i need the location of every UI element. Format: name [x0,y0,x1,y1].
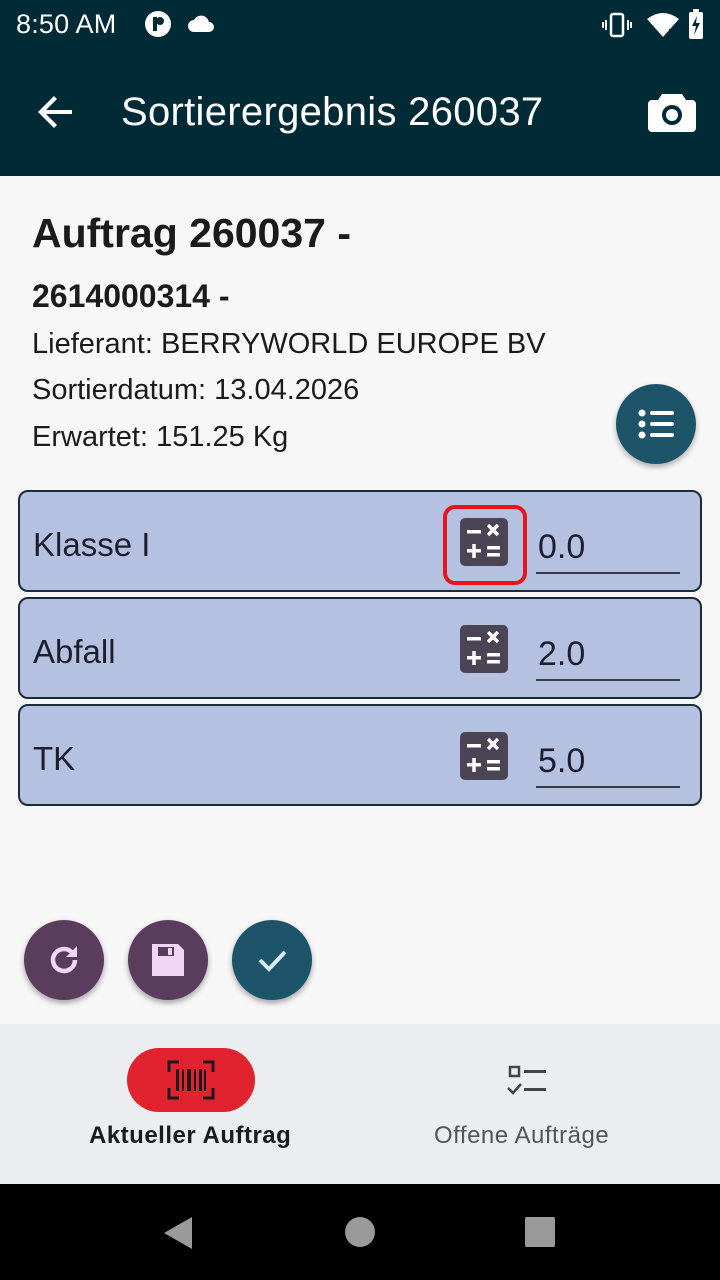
row-tk: TK 5.0 [18,704,702,806]
checklist-icon[interactable] [506,1064,548,1098]
page-title: Sortierergebnis 260037 [121,90,544,134]
quantity-input[interactable]: 0.0 [536,522,680,574]
row-abfall: Abfall 2.0 [18,597,702,699]
status-bar: 8:50 AM 5 [0,0,720,48]
quantity-input[interactable]: 2.0 [536,629,680,681]
vibrate-icon [602,12,632,38]
back-triangle-icon[interactable] [162,1216,194,1250]
nav-label-open-orders[interactable]: Offene Aufträge [434,1122,609,1150]
battery-charging-icon [689,9,703,39]
system-navigation-bar [0,1184,720,1280]
status-time: 8:50 AM [16,9,117,39]
barcode-icon [167,1060,215,1100]
list-button[interactable] [616,384,696,464]
wifi-icon: 5 [647,13,679,38]
nav-label-current-order[interactable]: Aktueller Auftrag [89,1122,291,1150]
app-bar: Sortierergebnis 260037 [0,48,720,176]
confirm-button[interactable] [232,920,312,1000]
save-icon [152,944,184,976]
supplier-text: Lieferant: BERRYWORLD EUROPE BV [32,328,546,360]
row-label: TK [33,740,76,777]
expected-weight-text: Erwartet: 151.25 Kg [32,421,289,453]
quantity-input[interactable]: 5.0 [536,736,680,788]
refresh-button[interactable] [24,920,104,1000]
camera-icon[interactable] [646,88,698,136]
bottom-navigation: Aktueller Auftrag Offene Aufträge [0,1024,720,1184]
save-button[interactable] [128,920,208,1000]
row-klasse-i: Klasse I 0.0 [18,490,702,592]
nav-item-current-order[interactable] [127,1048,255,1112]
calculator-icon[interactable] [460,732,508,780]
row-label: Klasse I [33,526,151,563]
row-label: Abfall [33,633,116,670]
sort-date-text: Sortierdatum: 13.04.2026 [32,374,360,406]
calculator-icon[interactable] [460,625,508,673]
order-number: 2614000314 - [32,278,230,314]
refresh-icon [50,946,78,974]
list-icon [638,409,674,439]
cloud-icon [188,15,214,32]
order-title: Auftrag 260037 - [32,210,352,256]
svg-text:5: 5 [668,28,674,38]
recents-square-icon[interactable] [525,1217,555,1247]
calculator-icon[interactable] [460,518,508,566]
check-icon [258,950,287,972]
back-arrow-icon[interactable] [32,88,80,136]
home-circle-icon[interactable] [344,1216,376,1248]
app-notification-icon [145,11,171,37]
